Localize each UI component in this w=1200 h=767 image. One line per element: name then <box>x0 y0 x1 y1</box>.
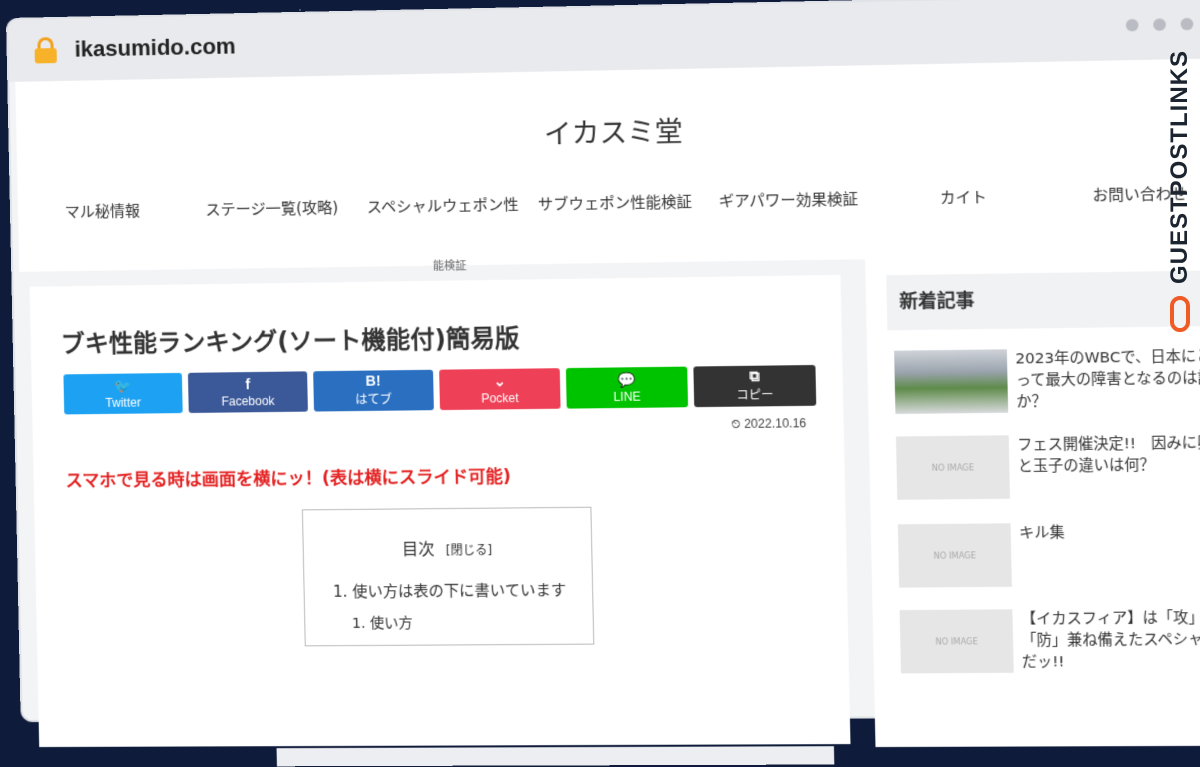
share-facebook-button[interactable]: f Facebook <box>187 371 308 413</box>
post-title[interactable]: キル集 <box>1019 521 1200 544</box>
pocket-icon: ⌄ <box>493 372 506 389</box>
clock-icon: ⏲ <box>730 416 741 432</box>
share-label: Pocket <box>481 390 519 406</box>
line-icon: 💬 <box>617 370 636 388</box>
share-twitter-button[interactable]: 🐦 Twitter <box>63 372 183 415</box>
nav-item-overflow-text[interactable]: 能検証 <box>433 257 467 274</box>
hatena-icon: B! <box>365 372 381 389</box>
toc-toggle-button[interactable]: [閉じる] <box>446 543 493 558</box>
share-label: LINE <box>613 388 641 404</box>
post-thumbnail[interactable]: NO IMAGE <box>897 523 1012 588</box>
window-controls <box>1125 17 1194 32</box>
site-title[interactable]: イカスミ堂 <box>16 99 1200 160</box>
content-strip <box>276 746 835 767</box>
share-pocket-button[interactable]: ⌄ Pocket <box>439 368 561 411</box>
twitter-icon: 🐦 <box>113 377 132 394</box>
share-label: コピー <box>736 387 774 403</box>
page-viewport: イカスミ堂 マル秘情報 ステージ一覧(攻略) スペシャルウェポン性 サブウェポン… <box>15 58 1200 767</box>
share-label: はてブ <box>355 392 393 408</box>
sidebar-post[interactable]: NO IMAGE フェス開催決定!! 因みに卵と玉子の違いは何？ <box>895 433 1200 508</box>
post-date: ⏲ 2022.10.16 <box>731 416 807 432</box>
chain-link-icon <box>1170 296 1190 333</box>
sidebar-post[interactable]: 2023年のWBCで、日本にとって最大の障害となるのは誰か？ <box>894 347 1200 423</box>
lock-icon <box>34 37 57 64</box>
post-thumbnail[interactable] <box>894 349 1009 415</box>
share-hatena-button[interactable]: B! はてブ <box>313 369 434 412</box>
window-dot-icon[interactable] <box>1153 18 1167 31</box>
watermark-brand: GUESTPOSTLINKS <box>1160 40 1200 380</box>
post-thumbnail[interactable]: NO IMAGE <box>895 435 1011 500</box>
nav-item-sub-weapons[interactable]: サブウェポン性能検証 <box>528 191 701 215</box>
window-dot-icon[interactable] <box>1180 17 1194 31</box>
share-label: Twitter <box>105 394 142 410</box>
article-title: ブキ性能ランキング(ソート機能付)簡易版 <box>60 324 520 359</box>
share-buttons: 🐦 Twitter f Facebook B! はてブ ⌄ Pocket 💬 L… <box>63 364 817 415</box>
share-line-button[interactable]: 💬 LINE <box>565 366 689 409</box>
address-bar-url[interactable]: ikasumido.com <box>74 33 236 62</box>
share-label: Facebook <box>221 393 275 409</box>
nav-item-gear-power[interactable]: ギアパワー効果検証 <box>701 188 876 212</box>
nav-item-special-weapons[interactable]: スペシャルウェポン性 <box>357 193 529 217</box>
post-title[interactable]: フェス開催決定!! 因みに卵と玉子の違いは何？ <box>1017 433 1200 478</box>
post-date-value: 2022.10.16 <box>743 416 807 431</box>
toc-item[interactable]: 1. 使い方は表の下に書いています <box>333 579 567 602</box>
copy-icon: ⧉ <box>749 367 760 385</box>
toc-header: 目次 [閉じる] <box>303 534 591 561</box>
brand-name: GUESTPOSTLINKS <box>1166 50 1193 285</box>
site-header: イカスミ堂 マル秘情報 ステージ一覧(攻略) スペシャルウェポン性 サブウェポン… <box>15 58 1200 273</box>
sidebar-heading: 新着記事 <box>886 270 1200 331</box>
article-notice: スマホで見る時は画面を横にッ！(表は横にスライド可能) <box>65 466 512 492</box>
facebook-icon: f <box>245 375 251 392</box>
nav-item-stages[interactable]: ステージ一覧(攻略) <box>187 196 358 220</box>
article-card: ブキ性能ランキング(ソート機能付)簡易版 🐦 Twitter f Faceboo… <box>29 274 851 767</box>
browser-window: ikasumido.com イカスミ堂 マル秘情報 ステージ一覧(攻略) スペシ… <box>8 0 1200 767</box>
toc-title: 目次 <box>401 539 435 559</box>
sidebar: 新着記事 2023年のWBCで、日本にとって最大の障害となるのは誰か？ NO I… <box>865 251 1200 748</box>
sidebar-post[interactable]: NO IMAGE 【イカスフィア】は「攻」「防」兼ね備えたスペシャルだッ!! <box>899 608 1200 682</box>
toc-subitem[interactable]: 1. 使い方 <box>352 612 413 633</box>
window-dot-icon[interactable] <box>1125 18 1139 32</box>
post-title[interactable]: 【イカスフィア】は「攻」「防」兼ね備えたスペシャルだッ!! <box>1021 608 1200 674</box>
nav-item-kaito[interactable]: カイト <box>875 185 1051 209</box>
share-copy-button[interactable]: ⧉ コピー <box>693 364 817 408</box>
nav-item-secret-info[interactable]: マル秘情報 <box>18 199 187 223</box>
global-nav: マル秘情報 ステージ一覧(攻略) スペシャルウェポン性 サブウェポン性能検証 ギ… <box>18 182 1200 272</box>
sidebar-post[interactable]: NO IMAGE キル集 <box>897 521 1200 596</box>
table-of-contents: 目次 [閉じる] 1. 使い方は表の下に書いています 1. 使い方 <box>301 506 595 647</box>
post-thumbnail[interactable]: NO IMAGE <box>899 609 1014 674</box>
